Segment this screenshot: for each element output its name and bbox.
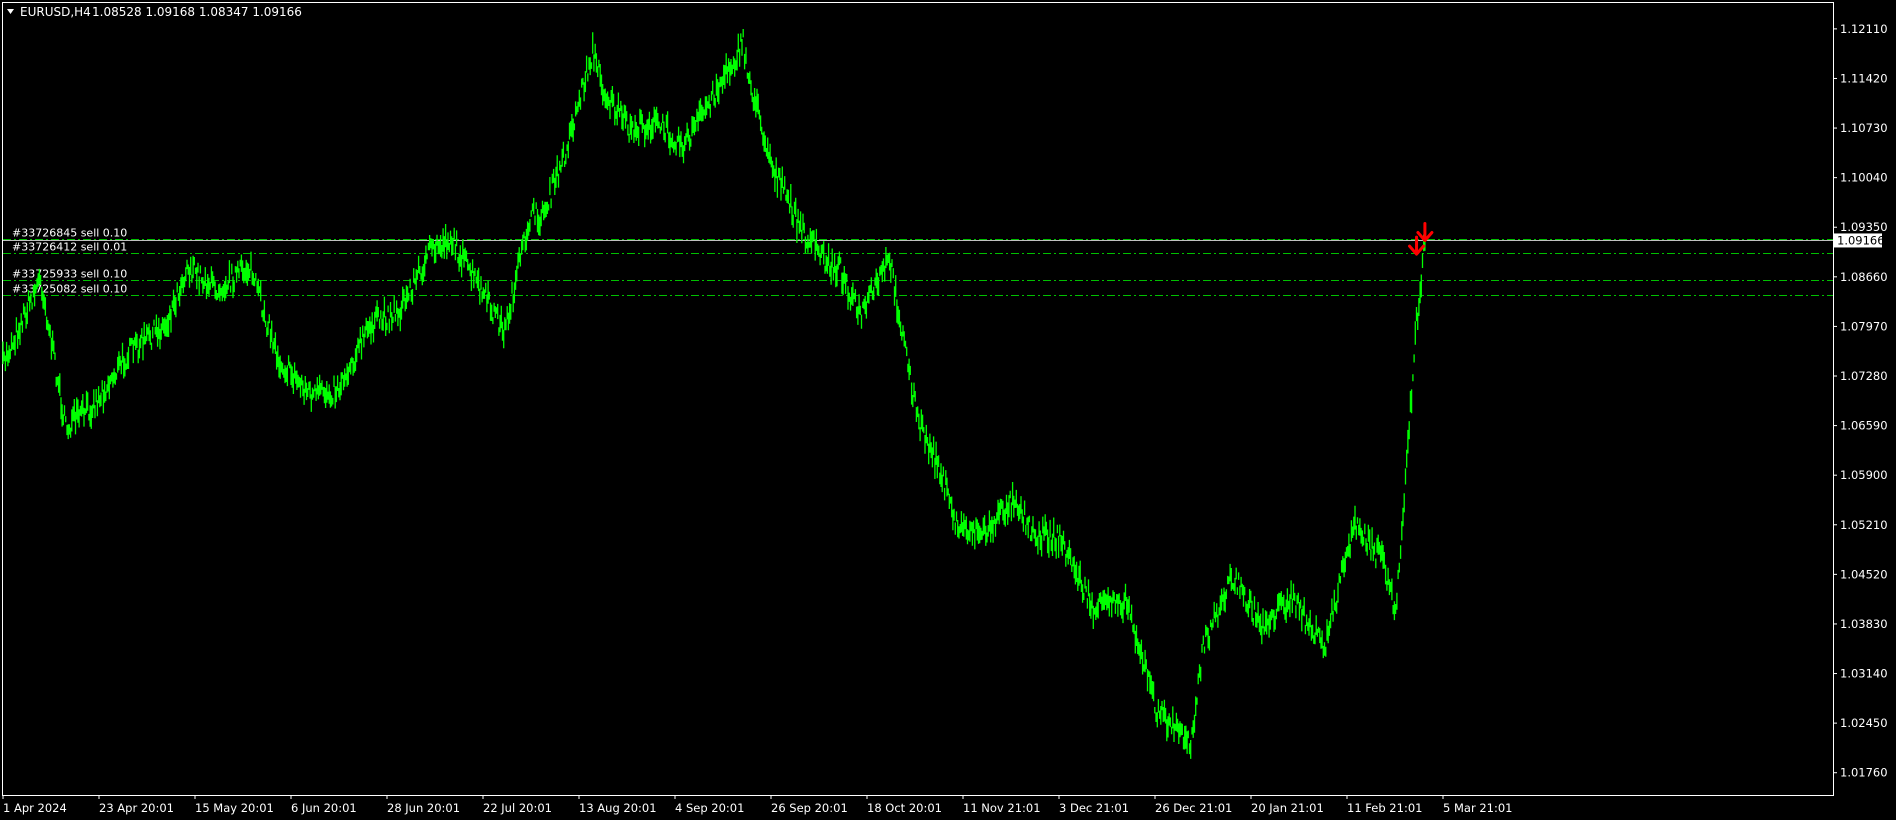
y-tick-label: 1.04520	[1840, 567, 1888, 581]
y-tick-label: 1.07280	[1840, 369, 1888, 383]
y-tick-label: 1.03140	[1840, 667, 1888, 681]
chart-header: EURUSD,H4 1.08528 1.09168 1.08347 1.0916…	[7, 5, 302, 19]
ohlc-values: 1.08528 1.09168 1.08347 1.09166	[92, 5, 302, 19]
x-tick-label: 28 Jun 20:01	[387, 801, 460, 815]
order-label: #33726412 sell 0.01	[12, 241, 127, 254]
current-price-tag: 1.09166	[1834, 233, 1885, 248]
y-tick-label: 1.07970	[1840, 319, 1888, 333]
price-chart[interactable]: EURUSD,H4 1.08528 1.09168 1.08347 1.0916…	[0, 0, 1896, 820]
y-tick-label: 1.12110	[1840, 22, 1888, 36]
price-tag-label: 1.09166	[1837, 233, 1885, 247]
y-tick-label: 1.05210	[1840, 518, 1888, 532]
x-tick-label: 11 Feb 21:01	[1347, 801, 1422, 815]
y-tick-label: 1.06590	[1840, 419, 1888, 433]
x-tick-label: 4 Sep 20:01	[675, 801, 744, 815]
x-tick-label: 3 Dec 21:01	[1059, 801, 1129, 815]
y-tick-label: 1.05900	[1840, 468, 1888, 482]
x-tick-label: 26 Dec 21:01	[1155, 801, 1232, 815]
y-tick-label: 1.11420	[1840, 71, 1888, 85]
y-tick-label: 1.08660	[1840, 270, 1888, 284]
symbol-label: EURUSD,H4	[20, 5, 91, 19]
y-tick-label: 1.09350	[1840, 220, 1888, 234]
x-tick-label: 11 Nov 21:01	[963, 801, 1041, 815]
x-tick-label: 6 Jun 20:01	[291, 801, 357, 815]
x-tick-label: 13 Aug 20:01	[579, 801, 657, 815]
x-tick-label: 5 Mar 21:01	[1443, 801, 1512, 815]
x-tick-label: 15 May 20:01	[195, 801, 274, 815]
x-tick-label: 23 Apr 20:01	[99, 801, 174, 815]
x-tick-label: 26 Sep 20:01	[771, 801, 848, 815]
order-label: #33726845 sell 0.10	[12, 227, 127, 240]
x-tick-label: 22 Jul 20:01	[483, 801, 552, 815]
y-tick-label: 1.01760	[1840, 766, 1888, 780]
order-label: #33725082 sell 0.10	[12, 283, 127, 296]
x-tick-label: 18 Oct 20:01	[867, 801, 942, 815]
order-label: #33725933 sell 0.10	[12, 268, 127, 281]
y-tick-label: 1.03830	[1840, 617, 1888, 631]
y-tick-label: 1.10040	[1840, 171, 1888, 185]
y-tick-label: 1.02450	[1840, 716, 1888, 730]
x-tick-label: 1 Apr 2024	[3, 801, 67, 815]
y-tick-label: 1.10730	[1840, 121, 1888, 135]
x-tick-label: 20 Jan 21:01	[1251, 801, 1324, 815]
